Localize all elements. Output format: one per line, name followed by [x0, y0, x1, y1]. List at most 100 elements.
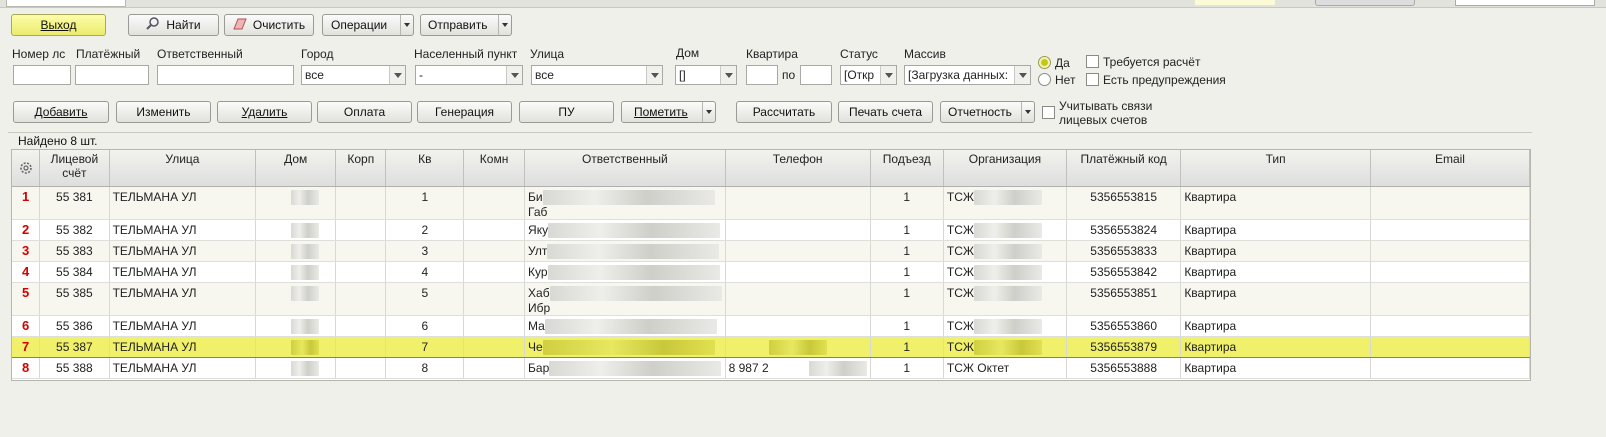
redacted-block — [973, 285, 1042, 301]
account-no-input[interactable] — [13, 65, 71, 85]
apartment-to-input[interactable] — [800, 65, 832, 85]
responsible-input[interactable] — [157, 65, 294, 85]
no-label: Нет — [1055, 73, 1076, 87]
street-select[interactable]: все — [531, 65, 663, 85]
row-number: 2 — [12, 219, 41, 241]
header-responsible[interactable]: Ответственный — [524, 150, 726, 187]
window-tab[interactable] — [6, 0, 126, 7]
table-row[interactable]: 2 55 382 ТЕЛЬМАНА УЛ 2 Яку 1 ТСЖ 5356553824 Квар… — [12, 219, 1530, 241]
cell-account: 55 384 — [39, 261, 110, 283]
exit-button[interactable]: Выход — [11, 14, 106, 36]
cell-paycode: 5356553860 — [1066, 315, 1182, 337]
header-street[interactable]: Улица — [109, 150, 257, 187]
cell-org: ТСЖ — [943, 315, 1068, 337]
table-row[interactable]: 7 55 387 ТЕЛЬМАНА УЛ 7 Че 1 ТСЖ 5356553879 Кварт… — [12, 335, 1530, 358]
mark-dropdown[interactable]: Пометить — [621, 101, 716, 123]
header-house[interactable]: Дом — [255, 150, 337, 187]
pu-button[interactable]: ПУ — [519, 101, 614, 123]
operations-dropdown[interactable]: Операции — [322, 14, 414, 36]
cell-org: ТСЖ — [943, 335, 1068, 358]
send-dropdown[interactable]: Отправить — [420, 14, 512, 36]
top-input[interactable] — [1455, 0, 1595, 6]
reporting-dropdown[interactable]: Отчетность — [940, 101, 1035, 123]
column-settings[interactable] — [12, 150, 41, 187]
cell-entrance: 1 — [870, 219, 944, 241]
consider-links-checkbox[interactable] — [1042, 106, 1055, 119]
has-warnings-checkbox[interactable] — [1086, 73, 1099, 86]
locality-select[interactable]: - — [415, 65, 523, 85]
table-row[interactable]: 6 55 386 ТЕЛЬМАНА УЛ 6 Ма 1 ТСЖ 5356553860 Кварт… — [12, 315, 1530, 337]
array-select[interactable]: [Загрузка данных: — [904, 65, 1031, 85]
yes-radio[interactable] — [1038, 56, 1051, 69]
cell-street: ТЕЛЬМАНА УЛ — [109, 335, 257, 358]
cell-responsible: Хаб Ибр — [524, 282, 726, 316]
cell-kv: 8 — [385, 357, 465, 379]
has-warnings-label: Есть предупреждения — [1103, 73, 1226, 87]
cell-kv: 4 — [385, 261, 465, 283]
table-row[interactable]: 5 55 385 ТЕЛЬМАНА УЛ 5 Хаб Ибр 1 ТСЖ 5356553851 К… — [12, 282, 1530, 316]
chevron-down-icon[interactable] — [506, 66, 522, 84]
redacted-block — [290, 243, 319, 259]
cell-street: ТЕЛЬМАНА УЛ — [109, 186, 257, 220]
cell-entrance: 1 — [870, 357, 944, 379]
header-paycode[interactable]: Платёжный код — [1066, 150, 1182, 187]
delete-button[interactable]: Удалить — [217, 101, 312, 123]
chevron-down-icon[interactable] — [498, 15, 511, 35]
responsible-text: Кур — [528, 264, 548, 279]
responsible-text: Че — [528, 339, 543, 354]
table-row[interactable]: 1 55 381 ТЕЛЬМАНА УЛ 1 Би Габ 1 ТСЖ 5356553815 Кв… — [12, 186, 1530, 220]
no-radio[interactable] — [1038, 73, 1051, 86]
responsible-text: Би — [528, 189, 543, 204]
chevron-down-icon[interactable] — [880, 66, 896, 84]
apartment-from-input[interactable] — [746, 65, 778, 85]
calc-required-checkbox[interactable] — [1086, 55, 1099, 68]
cell-korp — [335, 186, 387, 220]
cell-house — [255, 357, 337, 379]
chevron-down-icon[interactable] — [1021, 102, 1034, 122]
add-button[interactable]: Добавить — [13, 101, 109, 123]
house-select[interactable]: [] — [675, 65, 737, 85]
header-korp[interactable]: Корп — [335, 150, 387, 187]
header-type[interactable]: Тип — [1180, 150, 1371, 187]
payment-button[interactable]: Оплата — [317, 101, 412, 123]
top-button[interactable] — [1315, 0, 1415, 6]
chevron-down-icon[interactable] — [389, 66, 405, 84]
chevron-down-icon[interactable] — [720, 66, 736, 84]
table-row[interactable]: 3 55 383 ТЕЛЬМАНА УЛ 3 Улт 1 ТСЖ 5356553833 Квар… — [12, 240, 1530, 262]
generation-button[interactable]: Генерация — [417, 101, 512, 123]
consider-links-line1: Учитывать связи — [1059, 99, 1153, 113]
header-email[interactable]: Email — [1370, 150, 1530, 187]
header-phone[interactable]: Телефон — [725, 150, 871, 187]
cell-email — [1370, 219, 1530, 241]
chevron-down-icon[interactable] — [702, 102, 715, 122]
header-org[interactable]: Организация — [943, 150, 1068, 187]
status-select[interactable]: [Откр — [840, 65, 897, 85]
cell-kv: 1 — [385, 186, 465, 220]
chevron-down-icon[interactable] — [646, 66, 662, 84]
cell-komn — [463, 335, 526, 358]
header-kv[interactable]: Кв — [385, 150, 465, 187]
header-komn[interactable]: Комн — [463, 150, 526, 187]
payment-input[interactable] — [75, 65, 149, 85]
cell-account: 55 386 — [39, 315, 110, 337]
header-account[interactable]: Лицевой счёт — [39, 150, 110, 187]
cell-komn — [463, 240, 526, 262]
chevron-down-icon[interactable] — [400, 15, 413, 35]
cell-account: 55 388 — [39, 357, 110, 379]
table-row[interactable]: 4 55 384 ТЕЛЬМАНА УЛ 4 Кур 1 ТСЖ 5356553842 Квар… — [12, 261, 1530, 283]
find-button[interactable]: Найти — [128, 14, 219, 36]
print-invoice-button[interactable]: Печать счета — [838, 101, 933, 123]
header-entrance[interactable]: Подъезд — [870, 150, 944, 187]
cell-house — [255, 335, 337, 358]
chevron-down-icon[interactable] — [1014, 66, 1030, 84]
clear-button[interactable]: Очистить — [224, 14, 314, 36]
calculate-button[interactable]: Рассчитать — [736, 101, 832, 123]
table-row[interactable]: 8 55 388 ТЕЛЬМАНА УЛ 8 Бар 8 987 2 1 ТСЖ Октет 5… — [12, 357, 1530, 379]
gear-icon[interactable] — [19, 161, 33, 175]
redacted-block — [768, 339, 827, 355]
edit-button[interactable]: Изменить — [116, 101, 211, 123]
row-number: 5 — [12, 282, 41, 316]
cell-komn — [463, 357, 526, 379]
org-text: ТСЖ — [946, 318, 974, 333]
city-select[interactable]: все — [301, 65, 406, 85]
